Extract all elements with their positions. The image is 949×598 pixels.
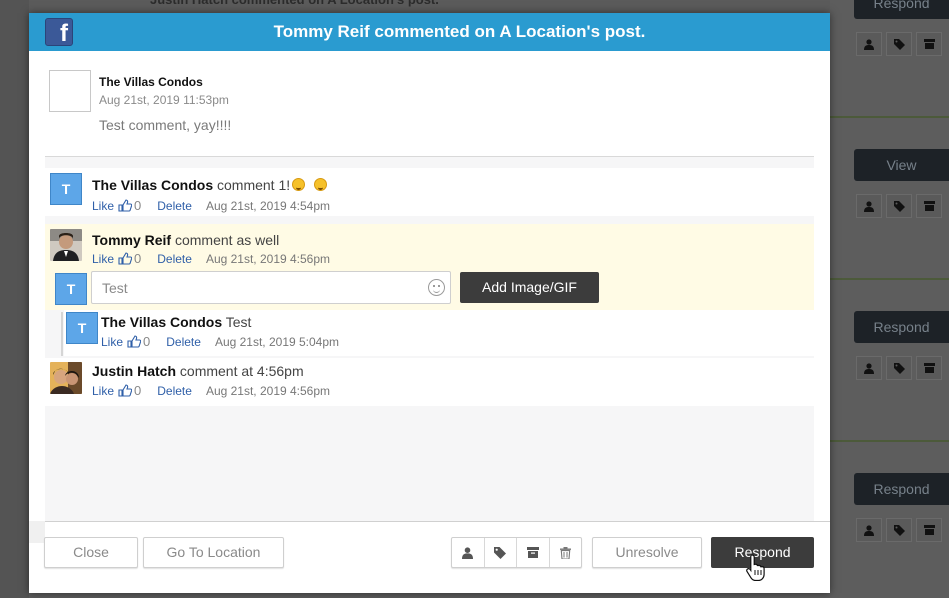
like-link[interactable]: Like — [92, 252, 114, 266]
background-divider — [830, 116, 949, 118]
tag-icon[interactable] — [485, 538, 517, 567]
reply-item: T The Villas Condos Test Like 0 Delete A… — [64, 310, 814, 356]
post-text: Test comment, yay!!!! — [99, 117, 232, 133]
comment-timestamp: Aug 21st, 2019 4:56pm — [205, 383, 331, 398]
tag-icon[interactable] — [886, 32, 912, 56]
like-count: 0 — [134, 251, 142, 266]
background-action-column — [830, 0, 949, 598]
comment-text: Tommy Reif comment as well — [92, 232, 279, 248]
avatar — [50, 362, 82, 394]
hand-cursor-icon — [746, 554, 765, 581]
thumbs-up-icon[interactable] — [118, 252, 133, 265]
post-timestamp: Aug 21st, 2019 11:53pm — [99, 93, 229, 107]
archive-icon[interactable] — [916, 356, 942, 380]
reply-timestamp: Aug 21st, 2019 5:04pm — [214, 334, 340, 349]
tag-icon[interactable] — [886, 356, 912, 380]
emoji-picker-icon[interactable] — [428, 279, 445, 296]
tag-icon[interactable] — [886, 518, 912, 542]
close-button[interactable]: Close — [44, 537, 138, 568]
background-respond-button[interactable]: Respond — [854, 0, 949, 19]
avatar: T — [50, 173, 82, 205]
add-image-gif-button[interactable]: Add Image/GIF — [460, 272, 599, 303]
post-author: The Villas Condos — [99, 75, 203, 89]
comment-author: Tommy Reif — [92, 232, 172, 248]
reply-author: The Villas Condos — [101, 314, 223, 330]
comment-item: Justin Hatch comment at 4:56pm Like 0 De… — [45, 358, 814, 406]
background-icon-row — [856, 356, 949, 380]
comment-body: comment 1! — [217, 177, 291, 193]
grinning-emoji-icon — [292, 178, 306, 191]
like-count: 0 — [143, 334, 151, 349]
delete-link[interactable]: Delete — [157, 199, 192, 213]
background-icon-row — [856, 194, 949, 218]
action-icon-group — [451, 537, 582, 568]
comment-author: The Villas Condos — [92, 177, 214, 193]
like-link[interactable]: Like — [92, 199, 114, 213]
background-divider — [830, 278, 949, 280]
modal-title: Tommy Reif commented on A Location's pos… — [273, 22, 646, 41]
comment-modal: f Tommy Reif commented on A Location's p… — [29, 13, 830, 593]
comment-text: Justin Hatch comment at 4:56pm — [92, 363, 304, 379]
comment-timestamp: Aug 21st, 2019 4:56pm — [205, 251, 331, 266]
like-link[interactable]: Like — [92, 384, 114, 398]
like-count: 0 — [134, 383, 142, 398]
comment-meta: Like 0 Delete Aug 21st, 2019 4:56pm — [92, 383, 330, 398]
user-icon[interactable] — [856, 194, 882, 218]
post-avatar — [49, 70, 91, 112]
background-respond-button[interactable]: Respond — [854, 473, 949, 505]
modal-header: f Tommy Reif commented on A Location's p… — [29, 13, 830, 51]
user-icon[interactable] — [452, 538, 485, 567]
footer-scroll-nub — [29, 521, 45, 543]
comment-text: The Villas Condos comment 1! — [92, 177, 328, 193]
thumbs-up-icon[interactable] — [118, 199, 133, 212]
comment-body: comment as well — [174, 232, 280, 248]
tag-icon[interactable] — [886, 194, 912, 218]
archive-icon[interactable] — [517, 538, 550, 567]
comment-meta: Like 0 Delete Aug 21st, 2019 4:54pm — [92, 198, 330, 213]
like-count: 0 — [134, 198, 142, 213]
user-icon[interactable] — [856, 356, 882, 380]
delete-link[interactable]: Delete — [157, 384, 192, 398]
facebook-icon: f — [45, 18, 73, 46]
grinning-emoji-icon — [314, 178, 328, 191]
comment-meta: Like 0 Delete Aug 21st, 2019 4:56pm — [92, 251, 330, 266]
user-icon[interactable] — [856, 518, 882, 542]
background-divider — [830, 440, 949, 442]
reply-avatar: T — [55, 273, 87, 305]
archive-icon[interactable] — [916, 518, 942, 542]
archive-icon[interactable] — [916, 194, 942, 218]
comment-timestamp: Aug 21st, 2019 4:54pm — [205, 198, 331, 213]
archive-icon[interactable] — [916, 32, 942, 56]
background-icon-row — [856, 518, 949, 542]
background-notification-title: Justin Hatch commented on A Location's p… — [150, 0, 530, 8]
comment-author: Justin Hatch — [92, 363, 177, 379]
delete-link[interactable]: Delete — [157, 252, 192, 266]
background-respond-button[interactable]: Respond — [854, 311, 949, 343]
trash-icon[interactable] — [550, 538, 582, 567]
like-link[interactable]: Like — [101, 335, 123, 349]
reply-thread-line — [61, 312, 63, 356]
comment-body: comment at 4:56pm — [179, 363, 304, 379]
go-to-location-button[interactable]: Go To Location — [143, 537, 284, 568]
thumbs-up-icon[interactable] — [127, 335, 142, 348]
reply-text: The Villas Condos Test — [101, 314, 251, 330]
unresolve-button[interactable]: Unresolve — [592, 537, 702, 568]
background-left-column — [0, 0, 29, 598]
reply-input[interactable] — [91, 271, 451, 304]
delete-link[interactable]: Delete — [166, 335, 201, 349]
background-view-button[interactable]: View — [854, 149, 949, 181]
reply-meta: Like 0 Delete Aug 21st, 2019 5:04pm — [101, 334, 339, 349]
reply-body: Test — [225, 314, 252, 330]
avatar: T — [66, 312, 98, 344]
thumbs-up-icon[interactable] — [118, 384, 133, 397]
comment-item: T The Villas Condos comment 1! Like 0 De… — [45, 168, 814, 216]
avatar — [50, 229, 82, 261]
user-icon[interactable] — [856, 32, 882, 56]
background-icon-row — [856, 32, 949, 56]
